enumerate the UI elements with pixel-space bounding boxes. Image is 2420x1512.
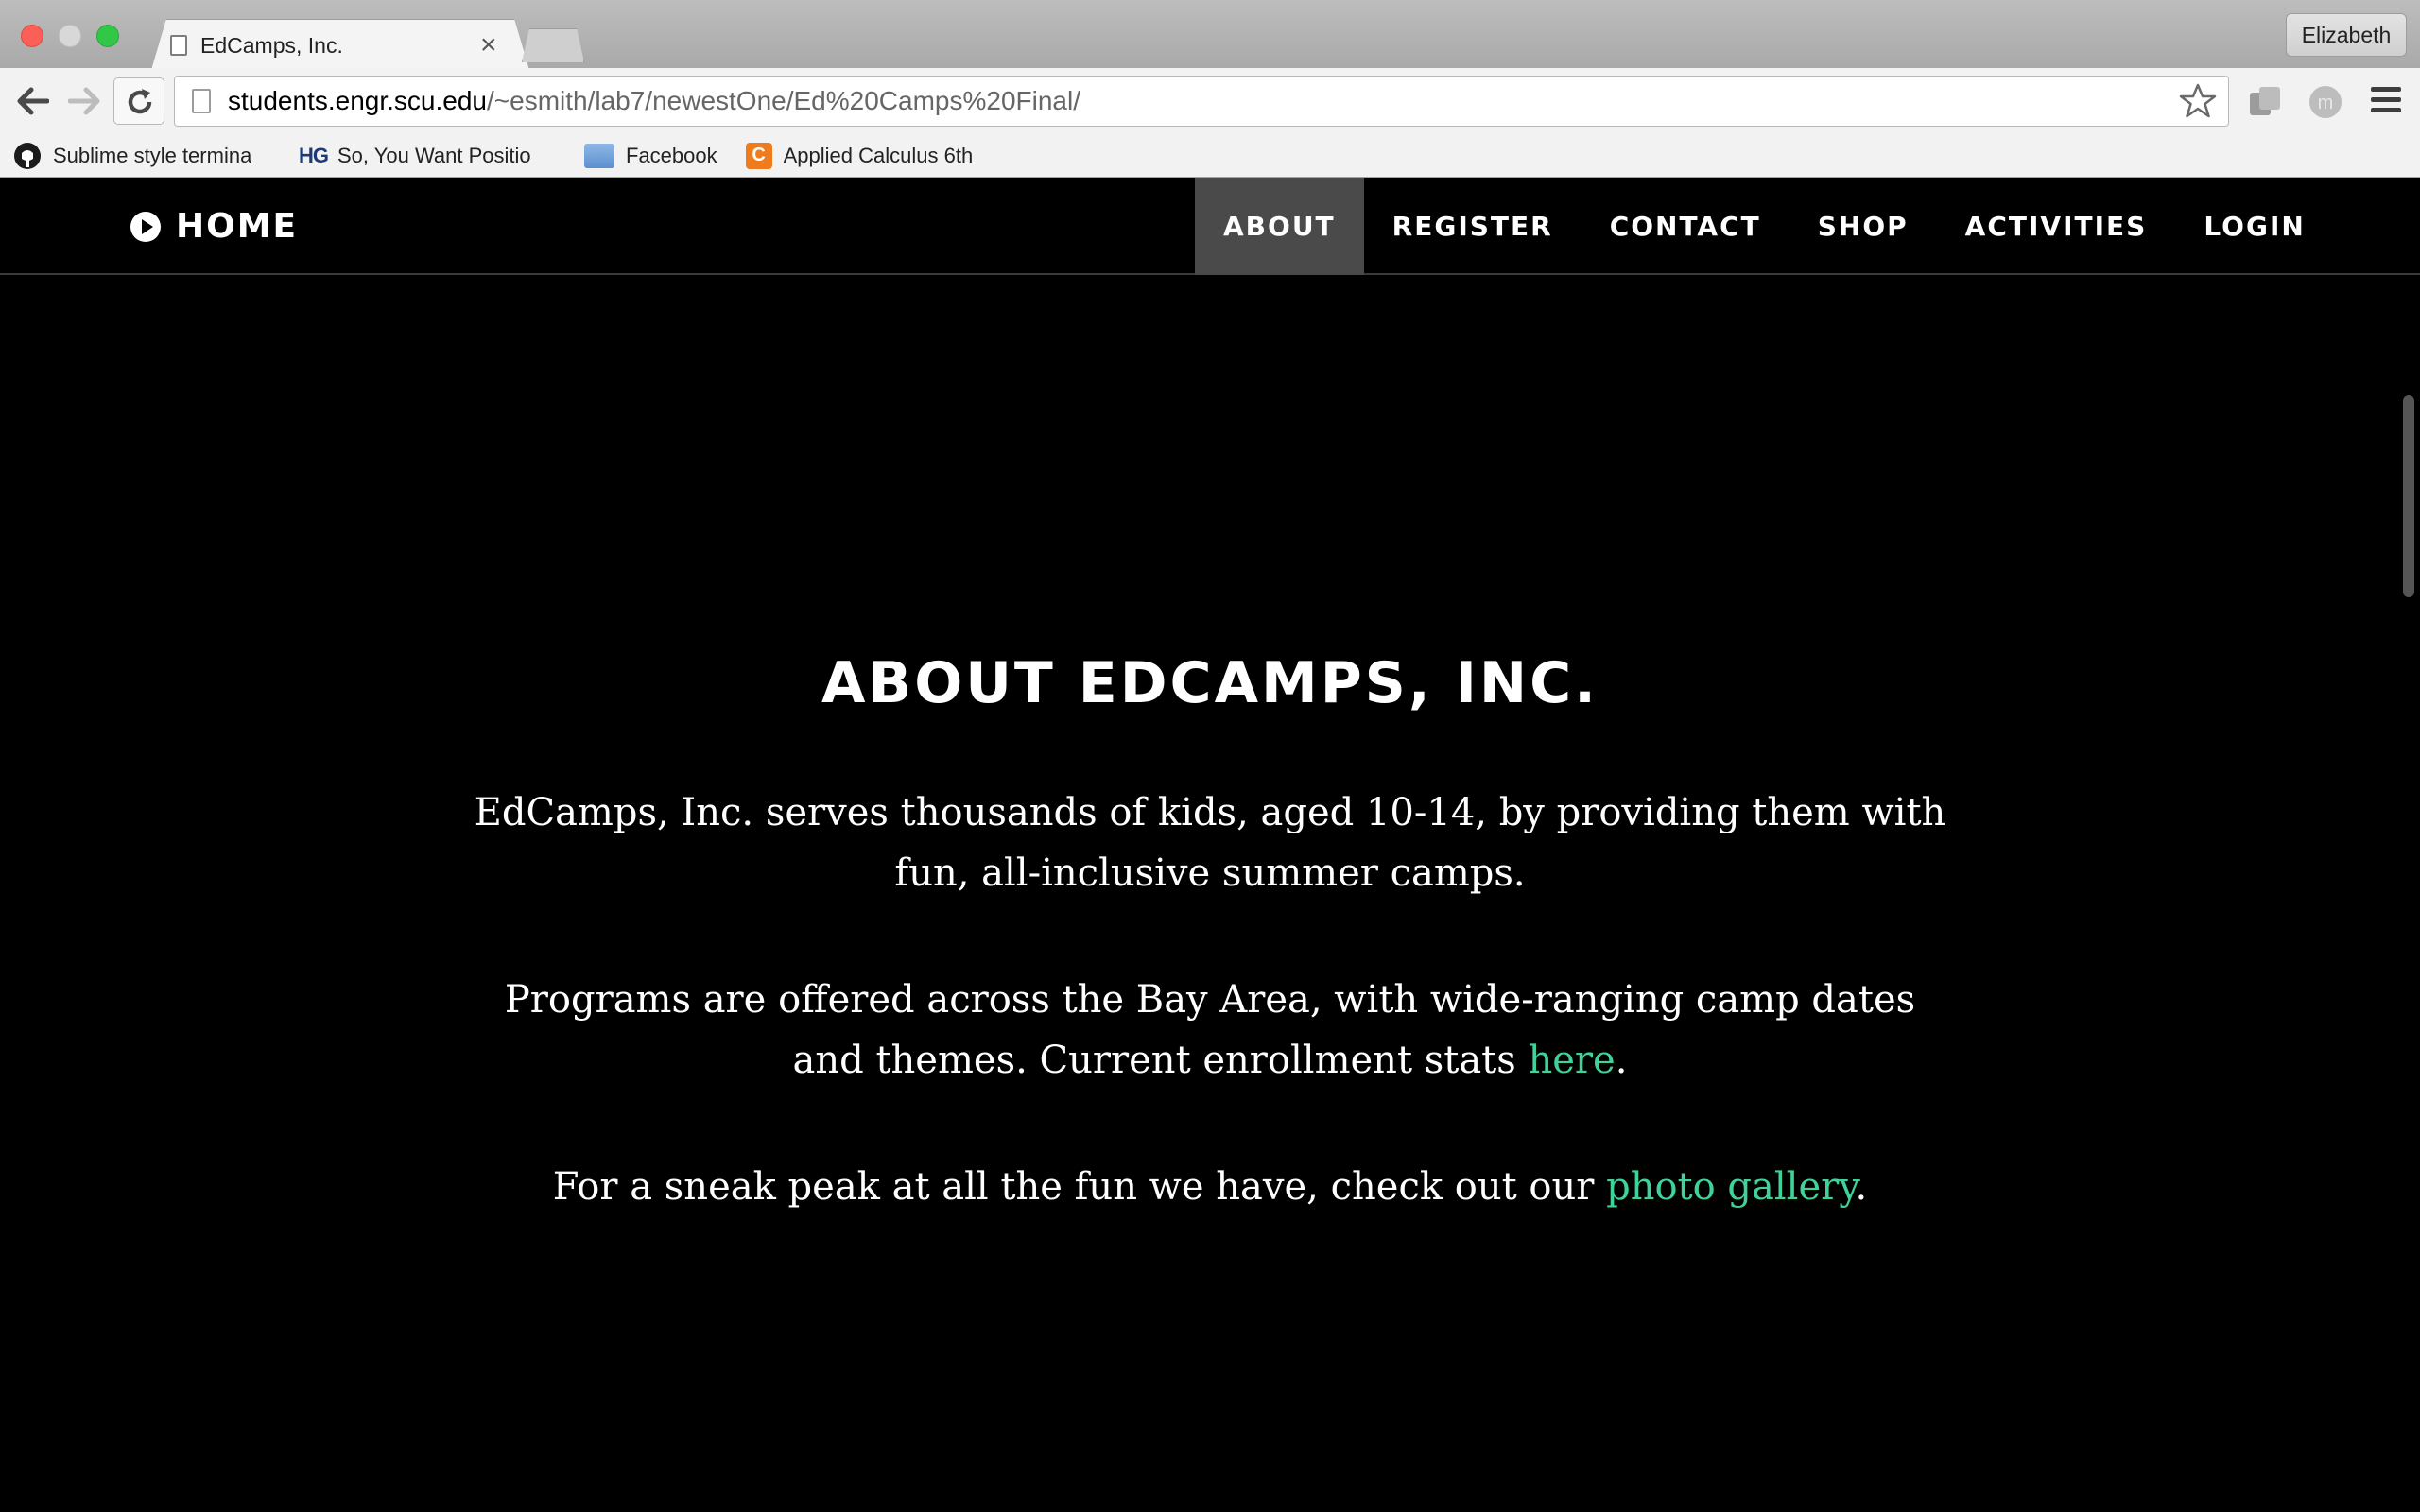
- reload-icon: [128, 89, 152, 114]
- url-host: students.engr.scu.edu: [228, 86, 487, 115]
- title-bar: EdCamps, Inc. × Elizabeth: [0, 0, 2420, 70]
- calc-icon: C: [745, 142, 772, 169]
- nav-login[interactable]: LOGIN: [2175, 178, 2333, 275]
- bookmark-star-icon[interactable]: [2179, 82, 2217, 120]
- profile-button[interactable]: Elizabeth: [2286, 13, 2407, 57]
- page-icon: [170, 35, 187, 56]
- browser-tab-content: EdCamps, Inc.: [170, 26, 484, 64]
- nav-shop[interactable]: SHOP: [1789, 178, 1937, 275]
- bookmark-label: Facebook: [626, 143, 717, 167]
- tab-close-icon[interactable]: ×: [480, 28, 497, 62]
- paragraph-text: .: [1855, 1165, 1868, 1209]
- about-heading: ABOUT EDCAMPS, INC.: [821, 650, 1599, 716]
- nav-activities[interactable]: ACTIVITIES: [1937, 178, 2176, 275]
- window-close-button[interactable]: [21, 25, 43, 47]
- new-tab-button[interactable]: [522, 28, 584, 62]
- url-path: /~esmith/lab7/newestOne/Ed%20Camps%20Fin…: [486, 86, 1080, 115]
- nav-register[interactable]: REGISTER: [1364, 178, 1582, 275]
- bookmark-item[interactable]: Sublime style termina: [13, 134, 270, 178]
- forward-icon[interactable]: [62, 79, 106, 123]
- extension-m-icon[interactable]: m: [2307, 83, 2344, 121]
- back-icon[interactable]: [11, 79, 55, 123]
- bookmark-item[interactable]: HG So, You Want Positio: [299, 134, 556, 178]
- about-paragraph-2: Programs are offered across the Bay Area…: [473, 970, 1947, 1091]
- address-bar[interactable]: students.engr.scu.edu/~esmith/lab7/newes…: [174, 76, 2229, 127]
- github-icon: [13, 142, 42, 170]
- bookmark-item[interactable]: Facebook: [584, 134, 717, 178]
- enrollment-stats-link[interactable]: here: [1529, 1039, 1616, 1082]
- home-link[interactable]: HOME: [130, 178, 298, 275]
- site-navbar: HOME ABOUT REGISTER CONTACT SHOP ACTIVIT…: [0, 178, 2420, 275]
- nav-contact[interactable]: CONTACT: [1582, 178, 1789, 275]
- paragraph-text: Programs are offered across the Bay Area…: [504, 978, 1916, 1082]
- photo-gallery-link[interactable]: photo gallery: [1606, 1165, 1855, 1209]
- tab-title: EdCamps, Inc.: [200, 32, 343, 58]
- bookmark-label: Applied Calculus 6th: [783, 143, 974, 167]
- page-viewport: HOME ABOUT REGISTER CONTACT SHOP ACTIVIT…: [0, 178, 2420, 1512]
- scrollbar-thumb[interactable]: [2403, 395, 2414, 597]
- browser-toolbar: students.engr.scu.edu/~esmith/lab7/newes…: [0, 68, 2420, 134]
- nav-about[interactable]: ABOUT: [1195, 178, 1364, 275]
- window-maximize-button[interactable]: [96, 25, 119, 47]
- browser-chrome: EdCamps, Inc. × Elizabeth students.engr.…: [0, 0, 2420, 178]
- extension-icon[interactable]: [2246, 83, 2284, 121]
- about-paragraph-1: EdCamps, Inc. serves thousands of kids, …: [474, 791, 1946, 895]
- window-minimize-button[interactable]: [59, 25, 81, 47]
- folder-icon: [584, 143, 614, 168]
- play-circle-icon: [130, 211, 161, 242]
- bookmarks-bar: Sublime style termina HG So, You Want Po…: [0, 134, 2420, 178]
- paragraph-text: For a sneak peak at all the fun we have,…: [552, 1165, 1607, 1209]
- svg-text:m: m: [2318, 93, 2334, 113]
- reload-button[interactable]: [113, 77, 164, 125]
- home-label: HOME: [176, 207, 299, 246]
- page-icon: [192, 89, 211, 113]
- menu-icon[interactable]: [2371, 87, 2401, 115]
- nav-links: ABOUT REGISTER CONTACT SHOP ACTIVITIES L…: [1195, 178, 2334, 275]
- about-paragraph-3: For a sneak peak at all the fun we have,…: [473, 1157, 1947, 1217]
- hg-icon: HG: [299, 143, 329, 167]
- paragraph-text: .: [1615, 1039, 1628, 1082]
- bookmark-label: So, You Want Positio: [337, 143, 531, 167]
- bookmark-label: Sublime style termina: [53, 143, 252, 167]
- bookmark-item[interactable]: C Applied Calculus 6th: [745, 134, 999, 178]
